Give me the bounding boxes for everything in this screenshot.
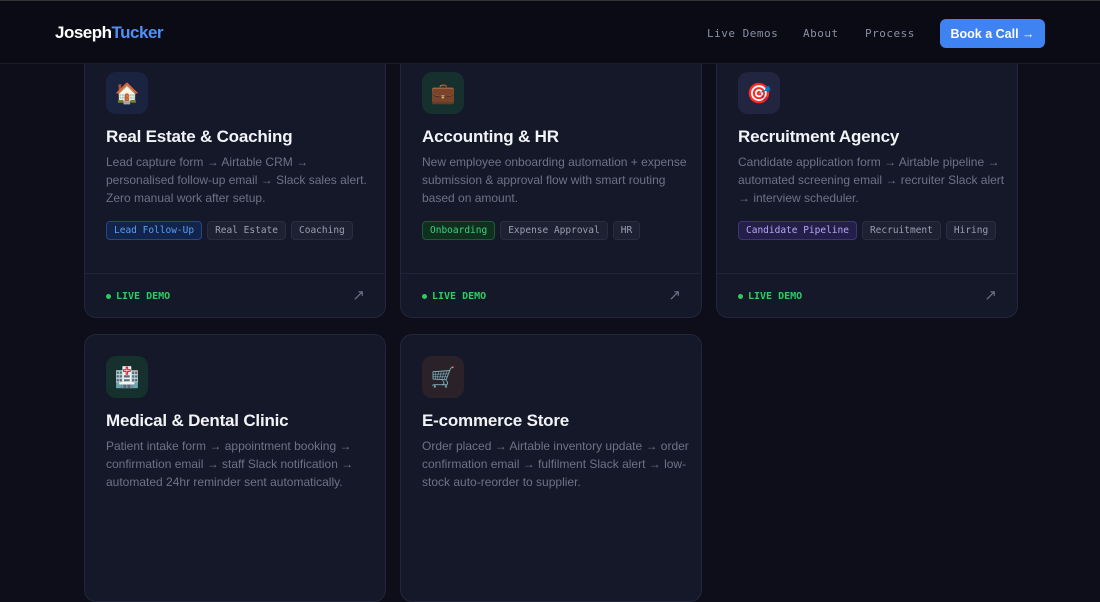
live-demo-link[interactable]: LIVE DEMO bbox=[738, 291, 802, 302]
tag-list: Lead Follow-Up Real Estate Coaching bbox=[106, 221, 353, 240]
card-icon: 🛒 bbox=[422, 356, 464, 398]
logo-first: Joseph bbox=[55, 23, 112, 42]
live-demo-link[interactable]: LIVE DEMO bbox=[422, 291, 486, 302]
logo[interactable]: JosephTucker bbox=[55, 23, 164, 43]
card-icon: 🏥 bbox=[106, 356, 148, 398]
card-title: Accounting & HR bbox=[422, 127, 559, 146]
external-link-arrow-icon[interactable]: ↗ bbox=[984, 286, 997, 304]
tag: Expense Approval bbox=[500, 221, 608, 240]
logo-second: Tucker bbox=[111, 23, 164, 42]
card-icon: 💼 bbox=[422, 72, 464, 114]
card-footer: LIVE DEMO ↗ bbox=[717, 273, 1017, 317]
demo-card[interactable]: 🏠 Real Estate & Coaching Lead capture fo… bbox=[84, 50, 386, 318]
card-description: Lead capture form → Airtable CRM → perso… bbox=[106, 155, 367, 205]
tag: Coaching bbox=[291, 221, 353, 240]
tag-list: Onboarding Expense Approval HR bbox=[422, 221, 641, 240]
card-icon: 🏠 bbox=[106, 72, 148, 114]
tag: Real Estate bbox=[207, 221, 286, 240]
card-title: Medical & Dental Clinic bbox=[106, 411, 289, 430]
external-link-arrow-icon[interactable]: ↗ bbox=[352, 286, 365, 304]
card-description: Patient intake form → appointment bookin… bbox=[106, 439, 354, 489]
demo-card[interactable]: 🎯 Recruitment Agency Candidate applicati… bbox=[716, 50, 1018, 318]
card-footer: LIVE DEMO ↗ bbox=[85, 273, 385, 317]
tag: Candidate Pipeline bbox=[738, 221, 857, 240]
card-description: Order placed → Airtable inventory update… bbox=[422, 439, 689, 489]
tag: Hiring bbox=[945, 221, 997, 240]
tag: Lead Follow-Up bbox=[106, 221, 203, 240]
tag: Onboarding bbox=[422, 221, 496, 240]
card-description: New employee onboarding automation + exp… bbox=[422, 155, 687, 205]
nav-process[interactable]: Process bbox=[865, 27, 915, 40]
live-demo-link[interactable]: LIVE DEMO bbox=[106, 291, 170, 302]
demo-card[interactable]: 💼 Accounting & HR New employee onboardin… bbox=[400, 50, 702, 318]
book-call-button[interactable]: Book a Call → bbox=[940, 19, 1045, 48]
demo-card[interactable]: 🏥 Medical & Dental Clinic Patient intake… bbox=[84, 334, 386, 602]
demo-card[interactable]: 🛒 E-commerce Store Order placed → Airtab… bbox=[400, 334, 702, 602]
nav-live-demos[interactable]: Live Demos bbox=[707, 27, 778, 40]
site-header: JosephTucker Live Demos About Process Bo… bbox=[0, 0, 1100, 64]
card-icon: 🎯 bbox=[738, 72, 780, 114]
external-link-arrow-icon[interactable]: ↗ bbox=[668, 286, 681, 304]
tag: HR bbox=[612, 221, 641, 240]
nav-about[interactable]: About bbox=[803, 27, 839, 40]
tag-list: Candidate Pipeline Recruitment Hiring bbox=[738, 221, 997, 240]
card-title: Real Estate & Coaching bbox=[106, 127, 293, 146]
card-footer: LIVE DEMO ↗ bbox=[401, 273, 701, 317]
card-title: E-commerce Store bbox=[422, 411, 570, 430]
card-description: Candidate application form → Airtable pi… bbox=[738, 155, 1005, 205]
card-title: Recruitment Agency bbox=[738, 127, 900, 146]
tag: Recruitment bbox=[861, 221, 941, 240]
